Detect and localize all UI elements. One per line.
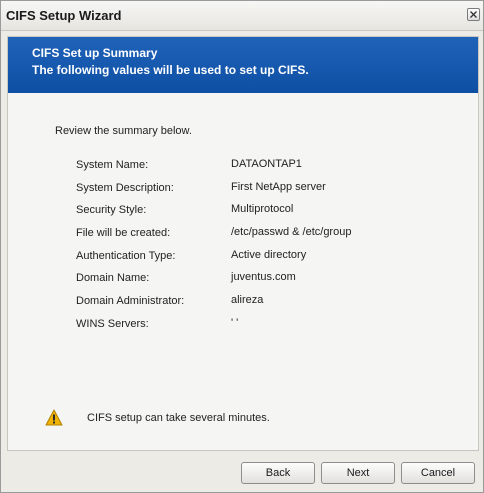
cancel-button[interactable]: Cancel — [401, 462, 475, 484]
summary-value: juventus.com — [231, 271, 296, 284]
wizard-window: CIFS Setup Wizard CIFS Set up Summary Th… — [0, 0, 484, 493]
window-title: CIFS Setup Wizard — [6, 8, 122, 23]
summary-value: ' ' — [231, 316, 239, 329]
summary-value: First NetApp server — [231, 180, 326, 193]
summary-value: alireza — [231, 294, 264, 307]
title-bar[interactable]: CIFS Setup Wizard — [1, 1, 483, 31]
summary-row-wins-servers: WINS Servers: ' ' — [76, 314, 456, 337]
summary-row-files-created: File will be created: /etc/passwd & /etc… — [76, 223, 456, 246]
button-bar: Back Next Cancel — [1, 456, 483, 492]
warning-icon — [45, 409, 63, 426]
back-button[interactable]: Back — [241, 462, 315, 484]
summary-list: System Name: DATAONTAP1 System Descripti… — [76, 155, 456, 337]
summary-row-system-name: System Name: DATAONTAP1 — [76, 155, 456, 178]
summary-label: System Description: — [76, 181, 174, 194]
summary-label: Security Style: — [76, 204, 147, 217]
summary-value: Multiprotocol — [231, 203, 294, 216]
summary-label: File will be created: — [76, 227, 171, 240]
summary-row-domain-administrator: Domain Administrator: alireza — [76, 291, 456, 314]
summary-value: DATAONTAP1 — [231, 158, 302, 170]
wizard-content: CIFS Set up Summary The following values… — [7, 36, 479, 451]
summary-value: /etc/passwd & /etc/group — [231, 226, 352, 239]
summary-row-authentication-type: Authentication Type: Active directory — [76, 246, 456, 269]
intro-text: Review the summary below. — [55, 125, 192, 137]
summary-label: Authentication Type: — [76, 249, 176, 262]
summary-row-security-style: Security Style: Multiprotocol — [76, 200, 456, 223]
summary-row-system-description: System Description: First NetApp server — [76, 178, 456, 201]
warning-text: CIFS setup can take several minutes. — [87, 412, 270, 424]
next-button[interactable]: Next — [321, 462, 395, 484]
close-icon — [470, 11, 477, 18]
summary-label: Domain Administrator: — [76, 295, 185, 308]
summary-value: Active directory — [231, 248, 307, 261]
warning-message: CIFS setup can take several minutes. — [45, 409, 465, 429]
banner-subtitle: The following values will be used to set… — [32, 63, 309, 77]
summary-label: System Name: — [76, 159, 149, 171]
summary-label: WINS Servers: — [76, 317, 149, 330]
close-button[interactable] — [467, 8, 480, 21]
header-banner: CIFS Set up Summary The following values… — [8, 37, 478, 93]
summary-row-domain-name: Domain Name: juventus.com — [76, 268, 456, 291]
summary-label: Domain Name: — [76, 272, 150, 285]
banner-title: CIFS Set up Summary — [32, 46, 158, 60]
